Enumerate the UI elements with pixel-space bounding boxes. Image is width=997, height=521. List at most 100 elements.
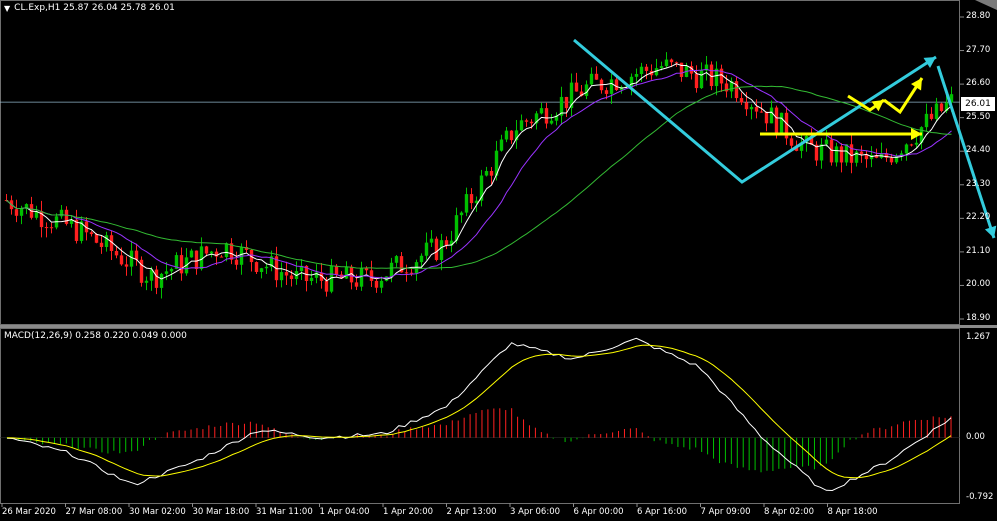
candle-body [94, 234, 99, 243]
candle-body [594, 73, 599, 80]
candle-body [59, 209, 64, 217]
candle-body [419, 255, 424, 263]
macd-axis-label: -0.792 [966, 492, 994, 502]
candle-body [714, 68, 719, 87]
macd-axis-label: 0.00 [966, 431, 985, 442]
candle-body [424, 242, 429, 256]
time-axis-label: 7 Apr 09:00 [700, 507, 751, 517]
time-axis-label: 1 Apr 20:00 [383, 507, 434, 517]
price-axis-label: 23.30 [966, 178, 991, 189]
macd-signal-line [6, 344, 952, 479]
candle-body [99, 242, 104, 247]
dropdown-triangle-icon[interactable]: ▼ [4, 4, 10, 13]
candle-body [19, 208, 24, 216]
time-axis-label: 6 Apr 00:00 [573, 507, 624, 517]
candle-body [929, 113, 934, 119]
time-axis: 26 Mar 2020 27 Mar 08:00 30 Mar 02:00 30 Ma… [0, 505, 997, 521]
candle-body [64, 209, 69, 224]
candle-body [279, 272, 284, 281]
price-frame [0, 0, 960, 325]
candle-body [129, 250, 134, 267]
candle-body [749, 106, 754, 110]
time-axis-label: 26 Mar 2020 [2, 507, 56, 517]
chart-canvas [0, 0, 997, 507]
candle-body [484, 171, 489, 176]
candle-body [604, 90, 609, 94]
candle-body [754, 106, 759, 112]
candle-body [819, 144, 824, 161]
candle-body [144, 280, 149, 283]
candle-body [939, 103, 944, 112]
price-axis-label: 18.90 [966, 313, 991, 323]
candle-body [469, 194, 474, 204]
candle-body [179, 255, 184, 274]
candle-body [324, 280, 329, 292]
price-axis-label: 28.80 [966, 11, 991, 21]
price-axis-label: 25.50 [966, 111, 991, 122]
candle-body [699, 70, 704, 89]
candle-body [544, 108, 549, 124]
candle-body [644, 66, 649, 71]
candle-body [489, 171, 494, 176]
candle-body [589, 73, 594, 85]
candle-body [839, 146, 844, 163]
candle-body [769, 107, 774, 124]
candle-body [344, 266, 349, 279]
candle-body [859, 151, 864, 155]
candle-body [224, 243, 229, 258]
candle-body [284, 272, 289, 276]
time-axis-label: 8 Apr 18:00 [827, 507, 878, 517]
macd-title: MACD(12,26,9) 0.258 0.220 0.049 0.000 [4, 331, 187, 341]
candle-body [464, 194, 469, 213]
candle-body [189, 250, 194, 258]
candle-body [264, 266, 269, 269]
time-axis-label: 1 Apr 04:00 [319, 507, 370, 517]
candle-body [664, 59, 669, 67]
candle-body [889, 157, 894, 163]
candle-body [364, 268, 369, 271]
candle-body [774, 107, 779, 136]
candle-body [639, 66, 644, 75]
candle-body [759, 111, 764, 113]
current-price-label: 26.01 [961, 97, 995, 111]
symbol-title: ▼ CL.Exp,H1 25.87 26.04 25.78 26.01 [4, 3, 175, 13]
time-axis-label: 3 Apr 06:00 [510, 507, 561, 517]
candle-body [614, 79, 619, 91]
candle-body [834, 146, 839, 163]
candle-body [519, 120, 524, 131]
candle-body [674, 62, 679, 64]
candle-body [549, 120, 554, 124]
candle-body [454, 215, 459, 241]
candle-body [744, 102, 749, 110]
candle-body [434, 238, 439, 260]
candle-body [379, 280, 384, 288]
candle-body [354, 282, 359, 287]
price-axis-label: 27.70 [966, 44, 991, 55]
candle-body [259, 268, 264, 272]
price-axis-label: 24.40 [966, 145, 991, 156]
candle-body [509, 130, 514, 141]
ma-mid-line [6, 68, 952, 279]
ma-fast-line [6, 63, 952, 282]
candle-body [429, 238, 434, 243]
candle-body [779, 112, 784, 136]
candle-body [359, 268, 364, 287]
time-axis-label: 30 Mar 02:00 [129, 507, 186, 517]
candle-body [764, 111, 769, 124]
macd-frame [0, 328, 960, 504]
candle-body [159, 273, 164, 288]
time-axis-label: 8 Apr 02:00 [764, 507, 815, 517]
candle-body [634, 74, 639, 77]
candle-body [524, 120, 529, 122]
time-axis-label: 27 Mar 08:00 [65, 507, 123, 517]
candle-body [659, 66, 664, 69]
candle-body [904, 144, 909, 154]
ma-slow-line [6, 85, 952, 270]
candle-body [499, 139, 504, 151]
candle-body [369, 270, 374, 281]
candle-body [439, 240, 444, 260]
candle-body [844, 144, 849, 163]
candle-body [934, 103, 939, 119]
candle-body [169, 268, 174, 272]
candle-body [104, 235, 109, 247]
